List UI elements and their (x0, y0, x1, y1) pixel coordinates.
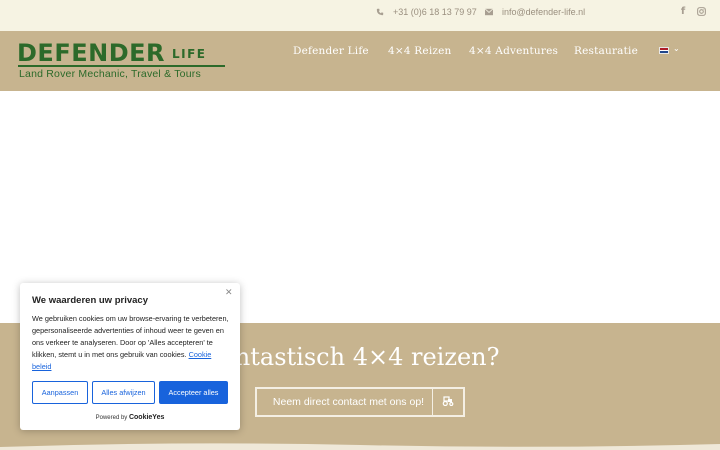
reject-all-button[interactable]: Alles afwijzen (92, 381, 155, 404)
cookieyes-logo: CookieYes (128, 414, 165, 421)
accept-all-button[interactable]: Accepteer alles (159, 381, 228, 404)
top-bar: +31 (0)6 18 13 79 97 info@defender-life.… (0, 0, 720, 31)
powered-by[interactable]: Powered by CookieYes (20, 414, 240, 421)
cookie-description: We gebruiken cookies om uw browse-ervari… (32, 313, 230, 373)
phone-number: +31 (0)6 18 13 79 97 (393, 7, 477, 17)
logo-underline (18, 65, 225, 67)
contact-button[interactable]: Neem direct contact met ons op! (255, 387, 465, 417)
email-address: info@defender-life.nl (502, 7, 586, 17)
nl-flag-icon[interactable] (659, 47, 669, 54)
contact-button-label: Neem direct contact met ons op! (272, 396, 425, 408)
wave-divider (0, 443, 720, 450)
tractor-icon (433, 395, 463, 409)
facebook-icon[interactable]: f (678, 5, 688, 17)
logo-tagline: Land Rover Mechanic, Travel & Tours (19, 68, 201, 80)
phone-icon (376, 8, 384, 16)
cookie-title: We waarderen uw privacy (32, 295, 148, 306)
powered-by-prefix: Powered by (95, 415, 128, 421)
mail-icon (485, 8, 493, 16)
chevron-down-icon[interactable]: ⌄ (673, 44, 680, 53)
logo-suffix-text: LIFE (172, 47, 207, 61)
site-header: DEFENDER LIFE Land Rover Mechanic, Trave… (0, 31, 720, 91)
site-logo[interactable]: DEFENDER LIFE Land Rover Mechanic, Trave… (17, 41, 229, 81)
logo-main-text: DEFENDER (17, 39, 165, 67)
instagram-icon[interactable] (696, 5, 706, 17)
email-contact[interactable]: info@defender-life.nl (485, 0, 585, 24)
nav-4x4-adventures[interactable]: 4×4 Adventures (469, 45, 558, 57)
nav-defender-life[interactable]: Defender Life (293, 45, 369, 57)
nav-4x4-reizen[interactable]: 4×4 Reizen (388, 45, 451, 57)
phone-contact[interactable]: +31 (0)6 18 13 79 97 (376, 0, 477, 24)
customize-button[interactable]: Aanpassen (32, 381, 88, 404)
close-icon[interactable]: ✕ (225, 287, 233, 298)
nav-restauratie[interactable]: Restauratie (574, 45, 638, 57)
cookie-consent-dialog: ✕ We waarderen uw privacy We gebruiken c… (20, 283, 240, 430)
